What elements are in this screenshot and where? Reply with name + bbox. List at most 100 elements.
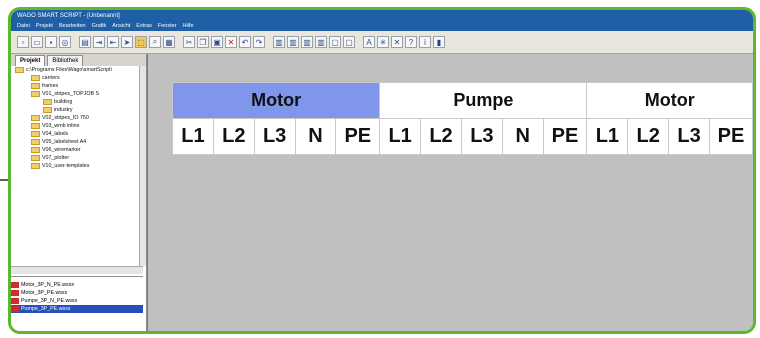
file-item-selected[interactable]: Pumpe_3P_PE.wssx <box>11 305 143 313</box>
tree-label: V01_stripes_TOPJOB S <box>42 91 100 97</box>
folder-icon <box>31 83 40 89</box>
tree-item[interactable]: V05_labelsheet A4 <box>13 138 145 146</box>
folder-icon <box>31 163 40 169</box>
terminal-cell[interactable]: L1 <box>172 118 214 155</box>
terminal-cell[interactable]: PE <box>335 118 381 155</box>
tree-label: frames <box>42 83 59 89</box>
cut-icon[interactable]: ✂ <box>183 36 195 48</box>
terminal-cell[interactable]: L1 <box>379 118 422 155</box>
copy-icon[interactable]: ❐ <box>197 36 209 48</box>
delete-icon[interactable]: ✕ <box>225 36 237 48</box>
tree-item[interactable]: V10_user-templates <box>13 162 145 170</box>
tree-label: V06_wiremarker <box>42 147 81 153</box>
tree-label: industry <box>54 107 73 113</box>
terminal-cell[interactable]: L3 <box>460 118 503 155</box>
header-row: Motor Pumpe Motor <box>171 82 753 119</box>
terminal-cell[interactable]: L2 <box>420 118 462 155</box>
tree-vertical-scrollbar[interactable] <box>139 66 146 266</box>
new-file-icon[interactable]: ▫ <box>17 36 29 48</box>
terminal-cell[interactable]: L1 <box>586 118 629 155</box>
import-icon[interactable]: ⇤ <box>107 36 119 48</box>
folder-icon <box>31 131 40 137</box>
frame-icon[interactable]: ▢ <box>329 36 341 48</box>
toolbar: ▫ ▭ ▪ ◎ ▤ ⇥ ⇤ ➤ ⬚ ⌕ ▦ ✂ ❐ ▣ ✕ ↶ ↷ ▥ ▥ ▥ … <box>11 31 753 54</box>
file-icon <box>11 298 19 304</box>
tree-item[interactable]: V03_wmb inline <box>13 122 145 130</box>
tree-horizontal-scrollbar[interactable] <box>11 266 143 274</box>
terminal-cell[interactable]: L2 <box>212 118 255 155</box>
menu-projekt[interactable]: Projekt <box>36 22 53 31</box>
project-tree: c:\Programs Files\Wago\smartScript\ carr… <box>11 66 145 276</box>
menu-extras[interactable]: Extras <box>136 22 152 31</box>
tree-item[interactable]: industry <box>13 106 145 114</box>
template-file-list: Motor_3P_N_PE.wssx Motor_3P_PE.wssx Pump… <box>11 276 143 331</box>
pointer-icon[interactable]: ➤ <box>121 36 133 48</box>
tree-item[interactable]: V06_wiremarker <box>13 146 145 154</box>
tab-bibliothek[interactable]: Bibliothek <box>47 55 84 66</box>
terminal-cell[interactable]: L3 <box>253 118 296 155</box>
tree-item[interactable]: V07_plotter <box>13 154 145 162</box>
file-item[interactable]: Pumpe_3P_N_PE.wssx <box>11 297 143 305</box>
print-icon[interactable]: ▤ <box>79 36 91 48</box>
paste-icon[interactable]: ▣ <box>211 36 223 48</box>
tree-label: V02_stripes_IO 750 <box>42 115 89 121</box>
menu-ansicht[interactable]: Ansicht <box>112 22 130 31</box>
align-right-icon[interactable]: ▥ <box>301 36 313 48</box>
tree-item[interactable]: carriers <box>13 74 145 82</box>
select-tool-icon[interactable]: ⬚ <box>135 36 147 48</box>
folder-icon <box>31 91 40 97</box>
tree-root[interactable]: c:\Programs Files\Wago\smartScript\ <box>13 66 145 74</box>
save-icon[interactable]: ▪ <box>45 36 57 48</box>
terminal-cell[interactable]: L2 <box>627 118 670 155</box>
align-left-icon[interactable]: ▥ <box>273 36 285 48</box>
terminal-cell[interactable]: L3 <box>668 118 711 155</box>
tree-label: V05_labelsheet A4 <box>42 139 87 145</box>
export-icon[interactable]: ⇥ <box>93 36 105 48</box>
group-header[interactable]: Motor <box>171 82 381 119</box>
folder-icon <box>15 67 24 73</box>
folder-icon <box>31 147 40 153</box>
terminal-cell[interactable]: N <box>294 118 337 155</box>
terminal-cell[interactable]: PE <box>542 118 588 155</box>
tab-projekt[interactable]: Projekt <box>15 55 46 66</box>
menu-bearbeiten[interactable]: Bearbeiten <box>59 22 86 31</box>
tools-icon[interactable]: ✕ <box>391 36 403 48</box>
distribute-icon[interactable]: ▥ <box>315 36 327 48</box>
open-folder-icon[interactable]: ▭ <box>31 36 43 48</box>
exit-icon[interactable]: ▮ <box>433 36 445 48</box>
tree-item[interactable]: V04_labels <box>13 130 145 138</box>
menu-fenster[interactable]: Fenster <box>158 22 177 31</box>
tree-label: c:\Programs Files\Wago\smartScript\ <box>26 67 113 73</box>
canvas-area[interactable]: Motor Pumpe Motor L1 L2 L3 N PE L1 L2 L3… <box>147 54 753 331</box>
group-header[interactable]: Pumpe <box>379 82 588 119</box>
terminal-cell[interactable]: PE <box>709 118 753 155</box>
zoom-icon[interactable]: ⌕ <box>149 36 161 48</box>
tree-label: V10_user-templates <box>42 163 90 169</box>
file-item[interactable]: Motor_3P_PE.wssx <box>11 289 143 297</box>
folder-icon <box>31 75 40 81</box>
folder-icon <box>31 115 40 121</box>
grid-icon[interactable]: ▦ <box>163 36 175 48</box>
file-label: Motor_3P_PE.wssx <box>21 290 68 296</box>
tree-item[interactable]: V02_stripes_IO 750 <box>13 114 145 122</box>
help-icon[interactable]: ? <box>405 36 417 48</box>
tree-item[interactable]: frames <box>13 82 145 90</box>
frame-2-icon[interactable]: ▢ <box>343 36 355 48</box>
align-center-icon[interactable]: ▥ <box>287 36 299 48</box>
info-icon[interactable]: i <box>419 36 431 48</box>
symbol-icon[interactable]: ✳ <box>377 36 389 48</box>
group-header[interactable]: Motor <box>586 82 753 119</box>
search-icon[interactable]: ◎ <box>59 36 71 48</box>
terminal-cell[interactable]: N <box>501 118 544 155</box>
tree-label: V07_plotter <box>42 155 70 161</box>
text-tool-icon[interactable]: A <box>363 36 375 48</box>
tree-item[interactable]: V01_stripes_TOPJOB S <box>13 90 145 98</box>
file-item[interactable]: Motor_3P_N_PE.wssx <box>11 281 143 289</box>
tree-item[interactable]: building <box>13 98 145 106</box>
redo-icon[interactable]: ↷ <box>253 36 265 48</box>
menu-datei[interactable]: Datei <box>17 22 30 31</box>
menu-grafik[interactable]: Grafik <box>92 22 107 31</box>
menu-hilfe[interactable]: Hilfe <box>183 22 194 31</box>
file-icon <box>11 282 19 288</box>
undo-icon[interactable]: ↶ <box>239 36 251 48</box>
